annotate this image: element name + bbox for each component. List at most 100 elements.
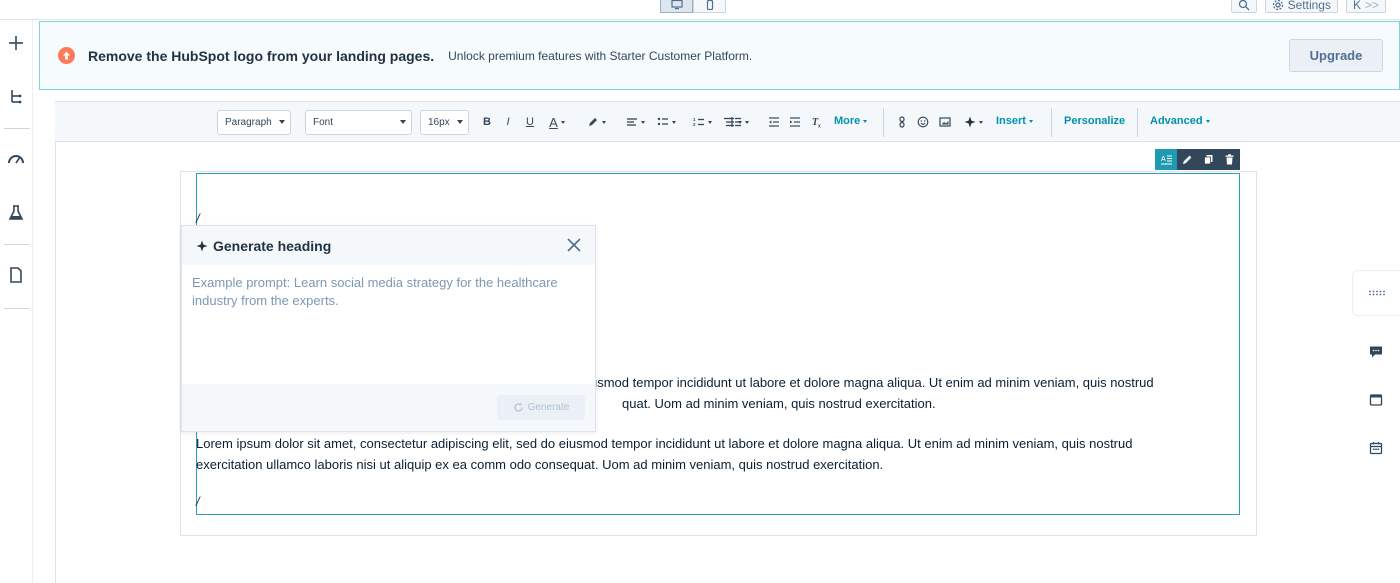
- duplicate-module-button[interactable]: [1198, 149, 1219, 170]
- advanced-dropdown[interactable]: Advanced: [1150, 115, 1210, 127]
- rail-divider: [4, 128, 30, 129]
- toolbar-divider: [1051, 108, 1052, 137]
- clear-formatting-button[interactable]: Tx: [811, 114, 823, 130]
- refresh-icon: [514, 402, 523, 412]
- ai-assistant-button[interactable]: [962, 114, 984, 130]
- popover-header: Generate heading: [182, 226, 595, 265]
- comments-button[interactable]: [1369, 345, 1383, 359]
- settings-button[interactable]: Settings: [1264, 0, 1338, 13]
- line-height-icon: [730, 117, 741, 127]
- edit-module-button[interactable]: [1177, 149, 1198, 170]
- settings-label: Settings: [1287, 0, 1331, 12]
- outdent-button[interactable]: [768, 114, 780, 130]
- top-bar: Settings K >>: [0, 0, 1400, 20]
- outdent-icon: [769, 117, 779, 127]
- prompt-input[interactable]: Example prompt: Learn social media strat…: [182, 265, 595, 385]
- italic-button[interactable]: I: [504, 114, 512, 130]
- paragraph-line: Lorem ipsum dolor sit amet, consectetur …: [196, 436, 1133, 451]
- text-color-button[interactable]: A: [546, 114, 568, 130]
- test-button[interactable]: [6, 203, 26, 223]
- upgrade-button[interactable]: Upgrade: [1289, 39, 1383, 72]
- device-toggle: [660, 0, 726, 13]
- tree-structure-icon: [11, 90, 22, 104]
- rail-divider: [4, 308, 30, 309]
- highlight-button[interactable]: [585, 114, 607, 130]
- speedometer-icon: [8, 155, 24, 164]
- window-icon: [1369, 394, 1383, 406]
- paragraph[interactable]: Lorem ipsum dolor sit amet, consectetur …: [196, 434, 1196, 475]
- image-button[interactable]: [939, 114, 951, 130]
- text-color-icon: A: [549, 114, 558, 130]
- svg-text:x: x: [818, 124, 821, 129]
- link-icon: [899, 116, 905, 128]
- layers-button[interactable]: [6, 86, 26, 106]
- top-right-actions: Settings K >>: [1230, 0, 1386, 13]
- align-left-icon: [626, 118, 637, 126]
- pencil-icon: [1183, 155, 1192, 164]
- desktop-icon: [670, 0, 683, 9]
- personalize-button[interactable]: Personalize: [1064, 115, 1125, 127]
- left-sidebar: [0, 20, 33, 583]
- close-icon[interactable]: [566, 237, 582, 253]
- sparkle-icon: [964, 116, 975, 128]
- page-settings-button[interactable]: [6, 265, 26, 285]
- collapse-label: K: [1352, 0, 1361, 12]
- numbered-list-button[interactable]: 12: [691, 114, 713, 130]
- module-type-button[interactable]: A: [1155, 149, 1177, 170]
- paragraph-style-value: Paragraph: [225, 117, 272, 128]
- banner-title: Remove the HubSpot logo from your landin…: [88, 47, 435, 64]
- toolbar-divider: [883, 108, 884, 137]
- grip-handle[interactable]: [1352, 270, 1400, 316]
- flask-icon: [8, 205, 24, 220]
- marker-icon: [588, 118, 597, 126]
- generate-label: Generate: [527, 402, 570, 413]
- font-size-select[interactable]: 16px: [420, 110, 469, 135]
- plus-icon: [9, 36, 23, 50]
- font-select[interactable]: Font: [305, 110, 412, 135]
- numbered-list-icon: 12: [693, 117, 704, 127]
- search-button[interactable]: [1230, 0, 1257, 13]
- collapse-panel-button[interactable]: K >>: [1345, 0, 1386, 13]
- emoji-icon: [917, 116, 929, 128]
- rich-text-icon: A: [1160, 155, 1172, 165]
- paragraph-style-select[interactable]: Paragraph: [217, 110, 291, 135]
- sparkle-icon: [196, 240, 208, 251]
- desktop-view-button[interactable]: [660, 0, 693, 13]
- bold-button[interactable]: B: [482, 114, 492, 130]
- generate-button[interactable]: Generate: [497, 395, 585, 420]
- underline-button[interactable]: U: [525, 114, 535, 130]
- mobile-view-button[interactable]: [693, 0, 726, 13]
- indent-icon: [790, 117, 800, 127]
- paragraph-line: exercitation ullamco laboris nisi ut ali…: [196, 456, 884, 472]
- insert-dropdown[interactable]: Insert: [996, 115, 1033, 127]
- popover-title: Generate heading: [213, 237, 332, 254]
- optimize-button[interactable]: [6, 149, 26, 169]
- advanced-label: Advanced: [1150, 115, 1203, 127]
- add-button[interactable]: [6, 33, 26, 53]
- preview-button[interactable]: [1369, 393, 1383, 407]
- copy-icon: [1204, 155, 1213, 165]
- comment-icon: [1370, 346, 1382, 358]
- line-height-button[interactable]: [728, 114, 750, 130]
- font-size-value: 16px: [428, 117, 450, 128]
- generate-heading-popover: Generate heading Example prompt: Learn s…: [181, 225, 596, 432]
- more-dropdown[interactable]: More: [834, 115, 868, 127]
- indent-button[interactable]: [789, 114, 801, 130]
- popover-footer: Generate: [182, 384, 595, 431]
- delete-module-button[interactable]: [1219, 149, 1240, 170]
- mobile-icon: [706, 0, 713, 10]
- emoji-button[interactable]: [917, 114, 929, 130]
- gear-icon: [1272, 0, 1283, 10]
- arrow-up-circle-icon: [58, 47, 75, 64]
- svg-text:A: A: [1161, 156, 1166, 163]
- align-button[interactable]: [624, 114, 646, 130]
- bullet-list-icon: [657, 117, 668, 126]
- trash-icon: [1225, 154, 1234, 165]
- more-label: More: [834, 115, 861, 127]
- bullet-list-button[interactable]: [655, 114, 677, 130]
- upgrade-banner: Remove the HubSpot logo from your landin…: [39, 21, 1400, 90]
- right-sidebar: [1352, 270, 1400, 470]
- calendar-button[interactable]: [1369, 441, 1383, 455]
- link-button[interactable]: [896, 114, 908, 130]
- image-icon: [939, 117, 951, 127]
